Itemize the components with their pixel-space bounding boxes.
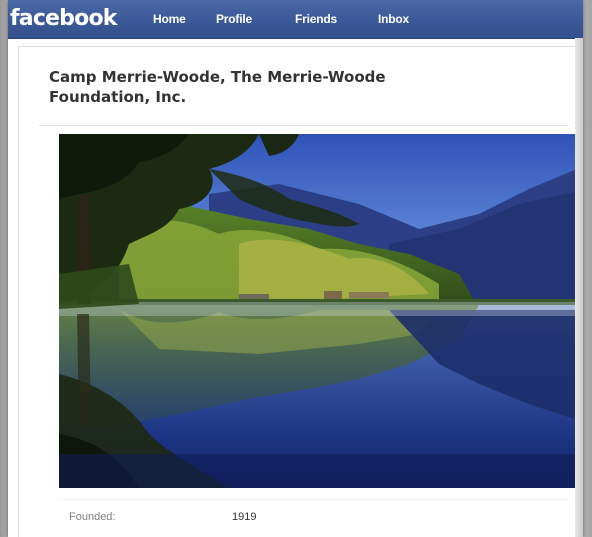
info-divider	[59, 499, 569, 500]
page-profile-card: Camp Merrie-Woode, The Merrie-Woode Foun…	[18, 46, 583, 537]
nav-profile-link[interactable]: Profile	[216, 12, 252, 26]
profile-photo[interactable]	[59, 134, 583, 488]
nav-home-link[interactable]: Home	[153, 12, 186, 26]
facebook-logo[interactable]: facebook	[10, 6, 117, 31]
founded-label: Founded:	[69, 511, 116, 523]
page-title: Camp Merrie-Woode, The Merrie-Woode Foun…	[49, 68, 386, 106]
top-navigation-bar: facebook Home Profile Friends Inbox	[8, 0, 583, 39]
title-divider	[39, 125, 569, 126]
right-column-edge	[575, 38, 583, 537]
facebook-page: facebook Home Profile Friends Inbox Camp…	[8, 0, 583, 537]
lake-landscape-image	[59, 134, 583, 488]
screenshot-background: facebook Home Profile Friends Inbox Camp…	[0, 0, 592, 537]
founded-value: 1919	[232, 511, 257, 523]
nav-friends-link[interactable]: Friends	[295, 12, 337, 26]
nav-inbox-link[interactable]: Inbox	[378, 12, 409, 26]
